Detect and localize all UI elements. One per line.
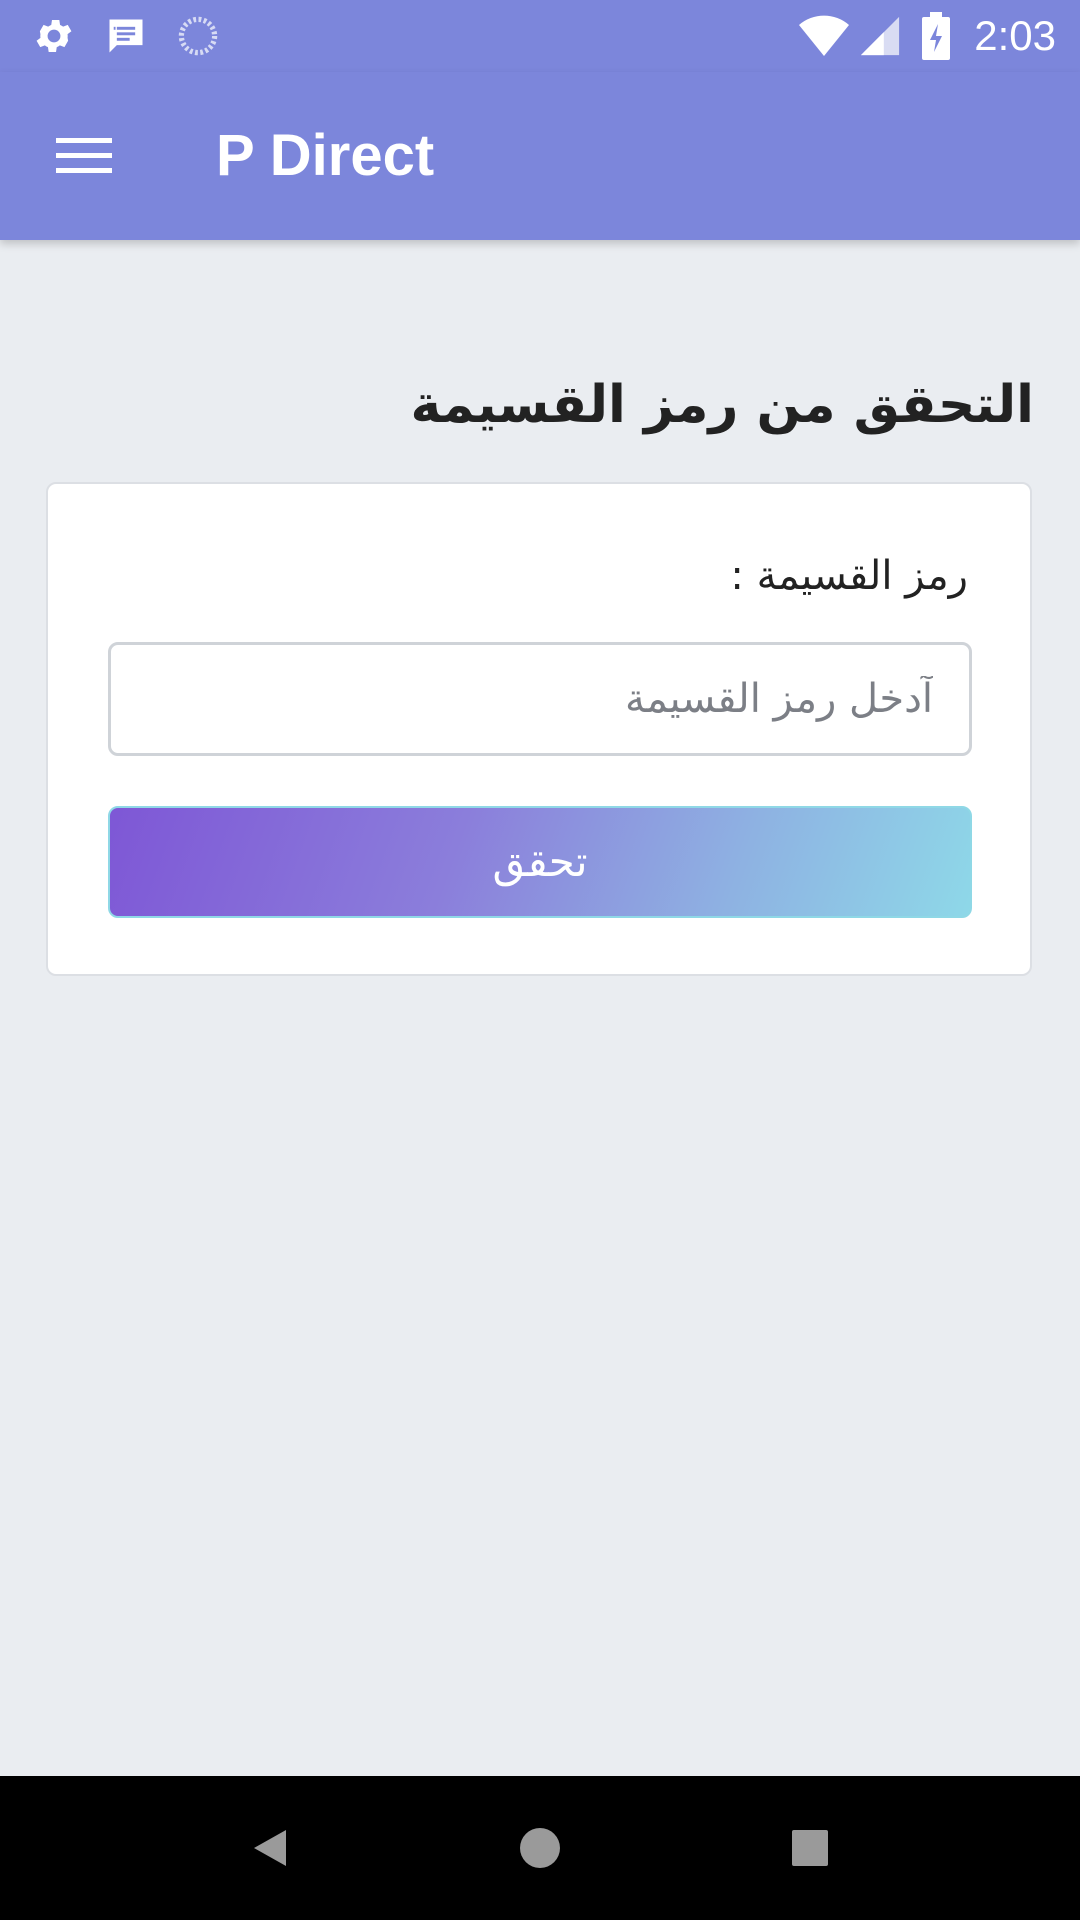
app-bar: P Direct — [0, 72, 1080, 240]
home-icon[interactable] — [500, 1808, 580, 1888]
navigation-bar — [0, 1776, 1080, 1920]
status-bar: 2:03 — [0, 0, 1080, 72]
verify-button[interactable]: تحقق — [108, 806, 972, 918]
voucher-code-label: رمز القسيمة : — [730, 553, 968, 599]
battery-charging-icon — [914, 12, 958, 60]
gear-icon — [30, 12, 78, 60]
back-icon[interactable] — [230, 1808, 310, 1888]
hamburger-menu-icon[interactable] — [40, 116, 128, 196]
screen: 2:03 P Direct التحقق من رمز القسيمة رمز … — [0, 0, 1080, 1920]
status-time: 2:03 — [974, 12, 1056, 59]
voucher-card: رمز القسيمة : تحقق — [46, 482, 1032, 976]
app-title: P Direct — [216, 123, 435, 188]
voucher-code-input[interactable] — [108, 642, 972, 756]
wifi-icon — [796, 12, 852, 60]
loading-icon — [174, 12, 222, 60]
page-title: التحقق من رمز القسيمة — [410, 375, 1034, 435]
message-icon — [102, 12, 150, 60]
recents-icon[interactable] — [770, 1808, 850, 1888]
signal-icon — [856, 12, 904, 60]
